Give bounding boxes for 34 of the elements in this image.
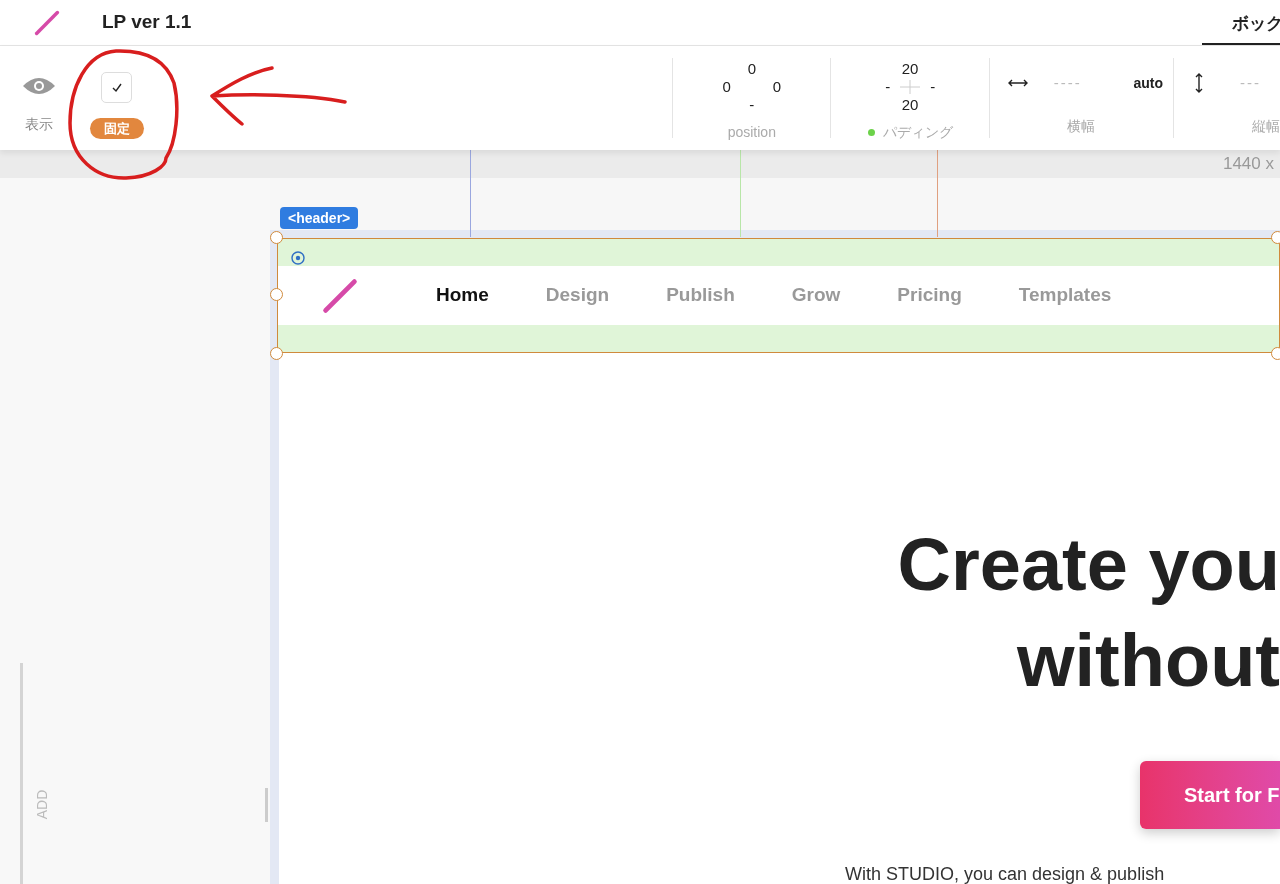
hero-heading: without xyxy=(1017,618,1280,704)
horizontal-arrows-icon xyxy=(1007,78,1028,88)
plus-icon xyxy=(900,80,921,94)
padding-bottom[interactable]: 20 xyxy=(901,96,919,114)
hero-subtitle: With STUDIO, you can design & publish xyxy=(845,863,1165,884)
fixed-checkbox[interactable] xyxy=(101,72,132,103)
position-top[interactable]: 0 xyxy=(747,60,756,78)
position-label: position xyxy=(727,123,776,142)
target-icon[interactable] xyxy=(291,251,305,265)
logo-icon xyxy=(322,277,358,314)
vertical-arrows-icon xyxy=(1194,73,1204,93)
height-label: 縦幅 xyxy=(1252,117,1280,136)
padding-top[interactable]: 20 xyxy=(901,60,919,78)
visibility-label: 表示 xyxy=(24,115,53,134)
start-button[interactable]: Start for F xyxy=(1140,761,1280,829)
element-tag: <header> xyxy=(280,207,359,229)
canvas-size: 1440 x xyxy=(1222,153,1274,176)
position-bottom[interactable]: - xyxy=(749,96,755,114)
width-unit[interactable]: auto xyxy=(1133,72,1163,94)
position-right[interactable]: 0 xyxy=(772,78,782,96)
nav-link[interactable]: Home xyxy=(436,281,489,310)
padding-label: パディング xyxy=(882,123,953,142)
fixed-badge: 固定 xyxy=(89,118,144,139)
logo-icon xyxy=(34,9,60,36)
padding-right[interactable]: - xyxy=(930,78,936,96)
width-label: 横幅 xyxy=(1067,117,1096,136)
resize-handle[interactable] xyxy=(270,231,283,244)
check-icon xyxy=(110,81,123,94)
hero-heading: Create you xyxy=(897,522,1280,608)
padding-left[interactable]: - xyxy=(885,78,891,96)
project-title: LP ver 1.1 xyxy=(102,10,192,35)
resize-handle[interactable] xyxy=(270,347,283,360)
position-left[interactable]: 0 xyxy=(722,78,731,96)
header-selection[interactable]: Home Design Publish Grow Pricing Templates xyxy=(277,238,1280,353)
